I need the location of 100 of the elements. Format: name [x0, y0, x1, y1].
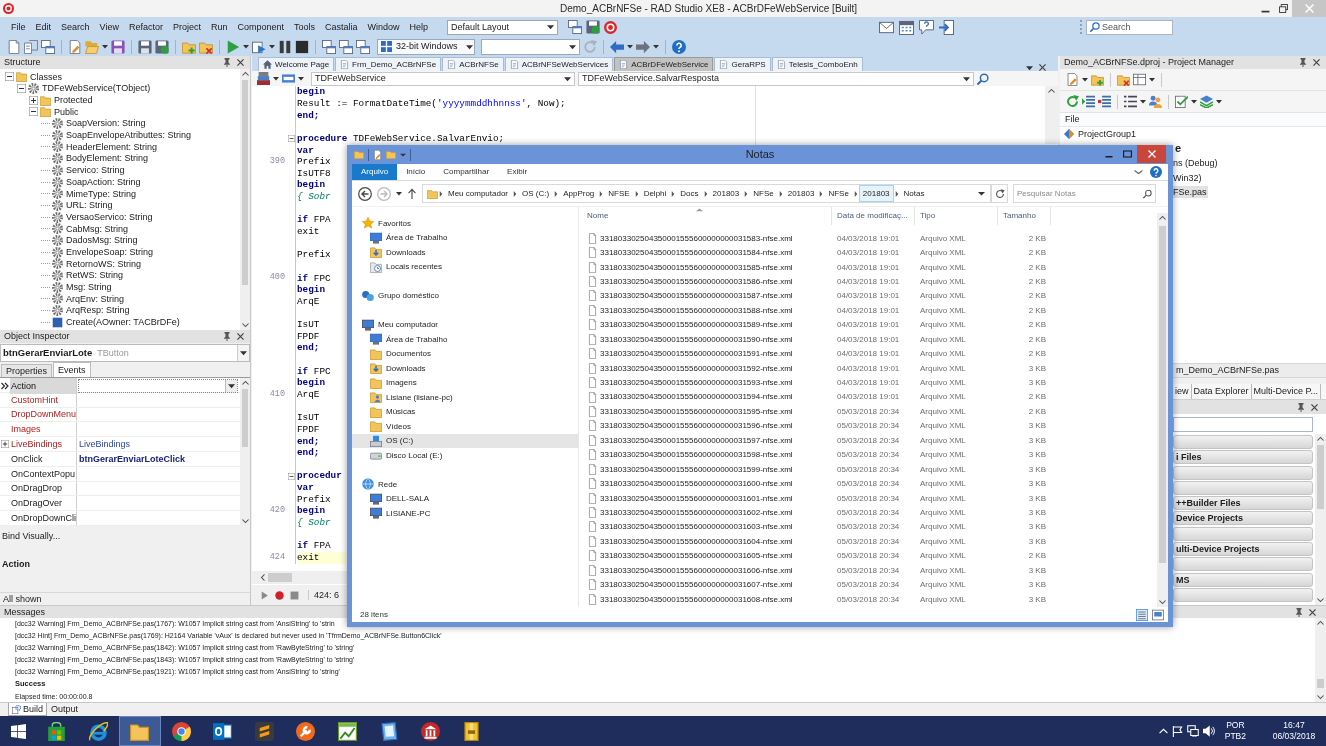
help-icon[interactable]: [1150, 166, 1162, 178]
ribbon-tab[interactable]: Compartilhar: [434, 164, 499, 180]
new-page-icon[interactable]: [7, 39, 21, 54]
object-selector[interactable]: btnGerarEnviarLote TButton: [0, 344, 250, 362]
refresh-icon[interactable]: [994, 188, 1005, 199]
bind-visually-link[interactable]: Bind Visually...: [2, 531, 61, 542]
file-name[interactable]: 331803302504350001555600000000031602-nfse.xml: [600, 507, 793, 518]
menu-item[interactable]: Search: [56, 19, 95, 35]
class-combo[interactable]: TDFeWebService: [311, 71, 575, 86]
search-field[interactable]: Pesquisar Notas: [1013, 184, 1156, 203]
file-name[interactable]: 331803302504350001555600000000031597-nfse.xml: [600, 435, 793, 445]
pin-icon[interactable]: [1297, 402, 1305, 412]
window-pair-icon[interactable]: [339, 39, 353, 54]
nav-item[interactable]: Favoritos: [352, 216, 578, 231]
chevron-right-icon[interactable]: [853, 190, 858, 197]
method-combo[interactable]: TDFeWebService.SalvarResposta: [578, 71, 974, 86]
chevron-right-icon[interactable]: [744, 190, 749, 197]
pin-icon[interactable]: [1295, 607, 1303, 617]
tree-item[interactable]: ArqEnv: String: [65, 293, 125, 305]
chevron-up-icon[interactable]: [1048, 88, 1055, 94]
orbit-globe-icon[interactable]: [88, 721, 108, 741]
caret-icon[interactable]: [240, 350, 247, 356]
file-name[interactable]: 331803302504350001555600000000031598-nfse.xml: [600, 450, 793, 460]
tree-item[interactable]: CabMsg: String: [65, 223, 129, 234]
file-name[interactable]: 331803302504350001555600000000031603-nfse.xml: [600, 522, 793, 532]
scroll-thumb[interactable]: [242, 389, 248, 447]
caret-icon[interactable]: [963, 75, 970, 82]
pause-icon[interactable]: [278, 39, 292, 54]
chevron-down-icon[interactable]: [1134, 169, 1143, 175]
ribbon-tab[interactable]: Arquivo: [352, 164, 398, 180]
details-view-icon[interactable]: [1136, 608, 1148, 621]
table-icon[interactable]: [1133, 73, 1146, 86]
caret-icon[interactable]: [1140, 99, 1146, 104]
caret-icon[interactable]: [1149, 77, 1155, 82]
file-name[interactable]: 331803302504350001555600000000031592-nfse.xml: [600, 363, 793, 373]
close-icon[interactable]: [1313, 59, 1320, 66]
chevron-right-icon[interactable]: [819, 190, 824, 197]
refresh-button[interactable]: [991, 184, 1008, 203]
tree-item[interactable]: BodyElement: String: [65, 153, 149, 164]
file-name[interactable]: 331803302504350001555600000000031583-nfse.xml: [600, 233, 793, 243]
category-bar[interactable]: i Files: [1173, 450, 1313, 465]
nav-item[interactable]: Downloads: [352, 361, 578, 376]
back-icon[interactable]: [358, 186, 372, 201]
file-name[interactable]: 331803302504350001555600000000031595-nfse.xml: [600, 406, 793, 417]
tree-item[interactable]: Classes: [29, 71, 62, 82]
play-icon[interactable]: [260, 590, 269, 600]
window-pair-icon[interactable]: [356, 39, 370, 54]
nav-item[interactable]: Documentos: [352, 346, 578, 361]
file-name[interactable]: 331803302504350001555600000000031586-nfse.xml: [600, 276, 793, 287]
tree-item[interactable]: MimeType: String: [65, 188, 137, 199]
nav-item[interactable]: Rede: [352, 477, 578, 492]
caret-icon[interactable]: [569, 43, 576, 50]
chevron-right-icon[interactable]: [671, 190, 676, 197]
expand-icon[interactable]: [29, 95, 38, 105]
search-icon[interactable]: [1143, 189, 1152, 198]
file-name[interactable]: 331803302504350001555600000000031605-nfse.xml: [600, 551, 793, 561]
nav-item[interactable]: Lisiane (lisiane-pc): [352, 390, 578, 405]
breadcrumb[interactable]: 201803: [708, 185, 744, 202]
editor-tab[interactable]: GeraRPS: [714, 57, 771, 71]
help-icon[interactable]: [672, 39, 686, 54]
platform-combo[interactable]: 32-bit Windows: [377, 38, 475, 55]
dropdown-button[interactable]: [237, 345, 249, 361]
chevron-right-icon[interactable]: [554, 190, 559, 197]
nav-item[interactable]: Meu computador: [352, 317, 578, 332]
window-pair-icon[interactable]: [568, 20, 583, 34]
chevron-right-icon[interactable]: [894, 190, 899, 197]
chevron-right-icon[interactable]: [703, 190, 708, 197]
tree-node[interactable]: ProjectGroup1: [1077, 128, 1138, 141]
tree-node[interactable]: FSe.pas: [1172, 186, 1208, 199]
back-arrow-icon[interactable]: [610, 39, 624, 54]
checklist-icon[interactable]: [1175, 95, 1188, 108]
collapse-icon[interactable]: [5, 72, 14, 82]
save-icon[interactable]: [111, 39, 125, 54]
edit-page-icon[interactable]: [68, 39, 82, 54]
tree-item[interactable]: RetornoWS: String: [65, 258, 142, 269]
scroll-thumb[interactable]: [1159, 226, 1166, 563]
editor-tab[interactable]: Welcome Page: [258, 57, 335, 71]
tile-ring-icon[interactable]: [213, 721, 233, 741]
tree-item[interactable]: HeaderElement: String: [65, 141, 158, 153]
nav-item[interactable]: Área de Trabalho: [352, 332, 578, 347]
box-arrow-icon[interactable]: [939, 19, 955, 35]
speaker-icon[interactable]: [1202, 725, 1215, 737]
column-header[interactable]: Data de modificaç...: [837, 211, 908, 221]
folder-icon[interactable]: [130, 721, 150, 741]
file-name[interactable]: 331803302504350001555600000000031587-nfse.xml: [600, 291, 793, 301]
column-header[interactable]: Tamanho: [1003, 211, 1036, 221]
pin-icon[interactable]: [1299, 58, 1307, 67]
nav-item[interactable]: Vídeos: [352, 419, 578, 434]
bar-icon[interactable]: [282, 72, 295, 85]
caret-icon[interactable]: [627, 44, 633, 49]
chevron-right-icon[interactable]: [599, 190, 604, 197]
horizontal-scrollbar[interactable]: [252, 571, 347, 584]
file-name[interactable]: 331803302504350001555600000000031606-nfse.xml: [600, 565, 793, 575]
scroll-thumb[interactable]: [1317, 445, 1324, 509]
file-name[interactable]: 331803302504350001555600000000031596-nfse.xml: [600, 421, 793, 431]
caret-icon[interactable]: [978, 191, 985, 196]
editor-tab[interactable]: ACBrNFSe: [442, 57, 504, 71]
four-panes-icon[interactable]: [10, 723, 26, 739]
save-icon[interactable]: [155, 39, 169, 54]
tree-item[interactable]: EnvelopeSoap: String: [65, 247, 154, 258]
